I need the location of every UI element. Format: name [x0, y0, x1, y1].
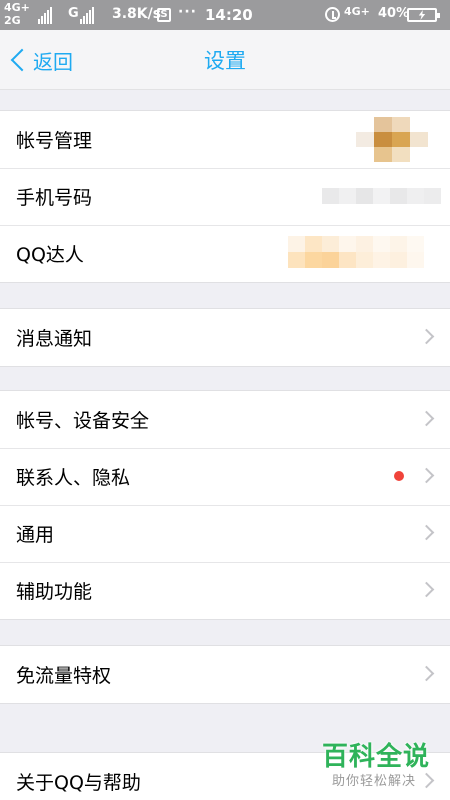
watermark-title: 百科全说 [322, 742, 431, 772]
settings-group-notifications: 消息通知 [0, 308, 450, 367]
chevron-right-icon [418, 328, 435, 345]
watermark-subtitle: 助你轻松解决 [332, 774, 417, 789]
watermark-logo: 百科全说 助你轻松解决 [318, 736, 440, 794]
chevron-right-icon [418, 524, 435, 541]
settings-item-free-data-privilege[interactable]: 免流量特权 [0, 646, 450, 703]
chevron-right-icon [418, 665, 435, 682]
signal-icon-secondary [80, 6, 106, 24]
s-notification-icon: S [157, 8, 171, 22]
clock: 14:20 [205, 6, 253, 24]
settings-item-label: 帐号管理 [16, 130, 93, 152]
signal-icon [38, 6, 64, 24]
network-indicator: 4G+ 2G [4, 1, 40, 29]
more-notifications-icon: ··· [178, 4, 197, 20]
settings-item-label: 通用 [16, 524, 55, 546]
settings-group-general: 帐号、设备安全 联系人、隐私 通用 辅助功能 [0, 390, 450, 620]
redacted-phone-number [322, 188, 441, 204]
settings-item-label: 消息通知 [16, 328, 93, 350]
battery-charging-icon [407, 8, 440, 22]
settings-item-phone-number[interactable]: 手机号码 [0, 168, 450, 225]
page-title: 设置 [204, 49, 246, 73]
redacted-qq-level [288, 236, 441, 268]
settings-item-label: 关于QQ与帮助 [16, 772, 141, 794]
network-speed: 3.8K/s [112, 6, 162, 22]
settings-item-accessibility[interactable]: 辅助功能 [0, 562, 450, 619]
settings-group-account: 帐号管理 手机号码 QQ达人 [0, 110, 450, 283]
settings-item-contacts-privacy[interactable]: 联系人、隐私 [0, 448, 450, 505]
chevron-right-icon [418, 410, 435, 427]
chevron-right-icon [418, 581, 435, 598]
settings-item-label: 辅助功能 [16, 581, 93, 603]
battery-percentage: 40% [378, 6, 410, 21]
network-type-secondary: G [68, 6, 79, 21]
redacted-avatar [356, 117, 428, 162]
chevron-right-icon [418, 467, 435, 484]
network-type-bottom: 2G [4, 14, 21, 27]
navigation-bar: 返回 设置 [0, 30, 450, 90]
unread-badge [394, 471, 404, 481]
settings-item-label: QQ达人 [16, 244, 84, 266]
status-bar: 4G+ 2G G 3.8K/s S ··· 14:20 4G+ 40% [0, 0, 450, 30]
settings-item-label: 帐号、设备安全 [16, 410, 150, 432]
settings-item-label: 联系人、隐私 [16, 467, 131, 489]
settings-group-free-data: 免流量特权 [0, 645, 450, 704]
settings-item-general[interactable]: 通用 [0, 505, 450, 562]
settings-item-qq-master[interactable]: QQ达人 [0, 225, 450, 282]
alarm-icon [325, 7, 340, 22]
network-type-4g: 4G+ [344, 5, 370, 18]
network-type-top: 4G+ [4, 1, 30, 14]
settings-item-label: 手机号码 [16, 187, 93, 209]
settings-item-message-notifications[interactable]: 消息通知 [0, 309, 450, 366]
settings-item-account-device-security[interactable]: 帐号、设备安全 [0, 391, 450, 448]
settings-item-account-management[interactable]: 帐号管理 [0, 111, 450, 168]
settings-item-label: 免流量特权 [16, 665, 112, 687]
